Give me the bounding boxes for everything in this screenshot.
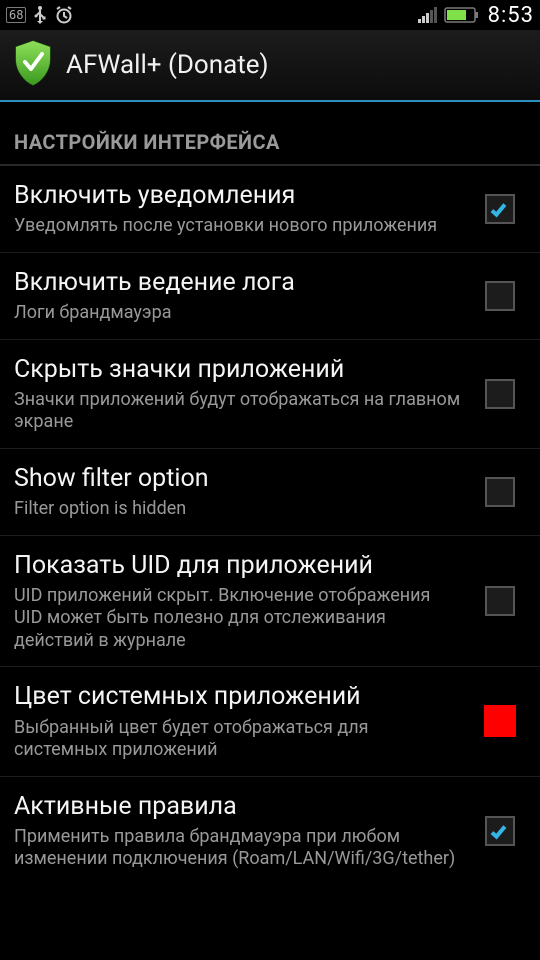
setting-title: Скрыть значки приложений [14, 354, 462, 385]
setting-title: Show filter option [14, 463, 462, 494]
setting-subtitle: Значки приложений будут отображаться на … [14, 389, 462, 434]
settings-list: Включить уведомления Уведомлять после ус… [0, 166, 540, 885]
setting-subtitle: Уведомлять после установки нового прилож… [14, 215, 462, 238]
checkbox[interactable] [485, 477, 515, 507]
status-clock: 8:53 [488, 3, 534, 28]
app-title: AFWall+ (Donate) [66, 50, 269, 80]
setting-subtitle: UID приложений скрыт. Включение отображе… [14, 585, 462, 653]
usb-icon [32, 5, 48, 25]
setting-subtitle: Применить правила брандмауэра при любом … [14, 826, 462, 871]
setting-title: Показать UID для приложений [14, 550, 462, 581]
checkbox[interactable] [485, 379, 515, 409]
status-left: 68 [6, 5, 74, 25]
setting-title: Цвет системных приложений [14, 681, 462, 712]
alarm-icon [54, 5, 74, 25]
checkbox[interactable] [485, 586, 515, 616]
status-bar: 68 8:53 [0, 0, 540, 30]
setting-subtitle: Логи брандмауэра [14, 302, 462, 325]
setting-subtitle: Filter option is hidden [14, 498, 462, 521]
setting-enable-notifications[interactable]: Включить уведомления Уведомлять после ус… [0, 166, 540, 253]
battery-percent-box: 68 [6, 7, 26, 23]
signal-icon [416, 5, 440, 25]
setting-show-filter-option[interactable]: Show filter option Filter option is hidd… [0, 449, 540, 536]
section-header-interface: НАСТРОЙКИ ИНТЕРФЕЙСА [0, 102, 540, 160]
checkbox[interactable] [485, 194, 515, 224]
app-shield-icon [12, 39, 54, 91]
setting-title: Включить уведомления [14, 180, 462, 211]
setting-hide-app-icons[interactable]: Скрыть значки приложений Значки приложен… [0, 340, 540, 449]
setting-system-app-color[interactable]: Цвет системных приложений Выбранный цвет… [0, 667, 540, 776]
battery-icon [444, 6, 480, 24]
setting-active-rules[interactable]: Активные правила Применить правила бранд… [0, 777, 540, 885]
setting-title: Включить ведение лога [14, 267, 462, 298]
action-bar: AFWall+ (Donate) [0, 30, 540, 102]
color-swatch[interactable] [483, 704, 517, 738]
checkbox[interactable] [485, 816, 515, 846]
status-right: 8:53 [416, 3, 534, 28]
setting-enable-logging[interactable]: Включить ведение лога Логи брандмауэра [0, 253, 540, 340]
setting-title: Активные правила [14, 791, 462, 822]
setting-subtitle: Выбранный цвет будет отображаться для си… [14, 717, 462, 762]
checkbox[interactable] [485, 281, 515, 311]
setting-show-uid[interactable]: Показать UID для приложений UID приложен… [0, 536, 540, 668]
